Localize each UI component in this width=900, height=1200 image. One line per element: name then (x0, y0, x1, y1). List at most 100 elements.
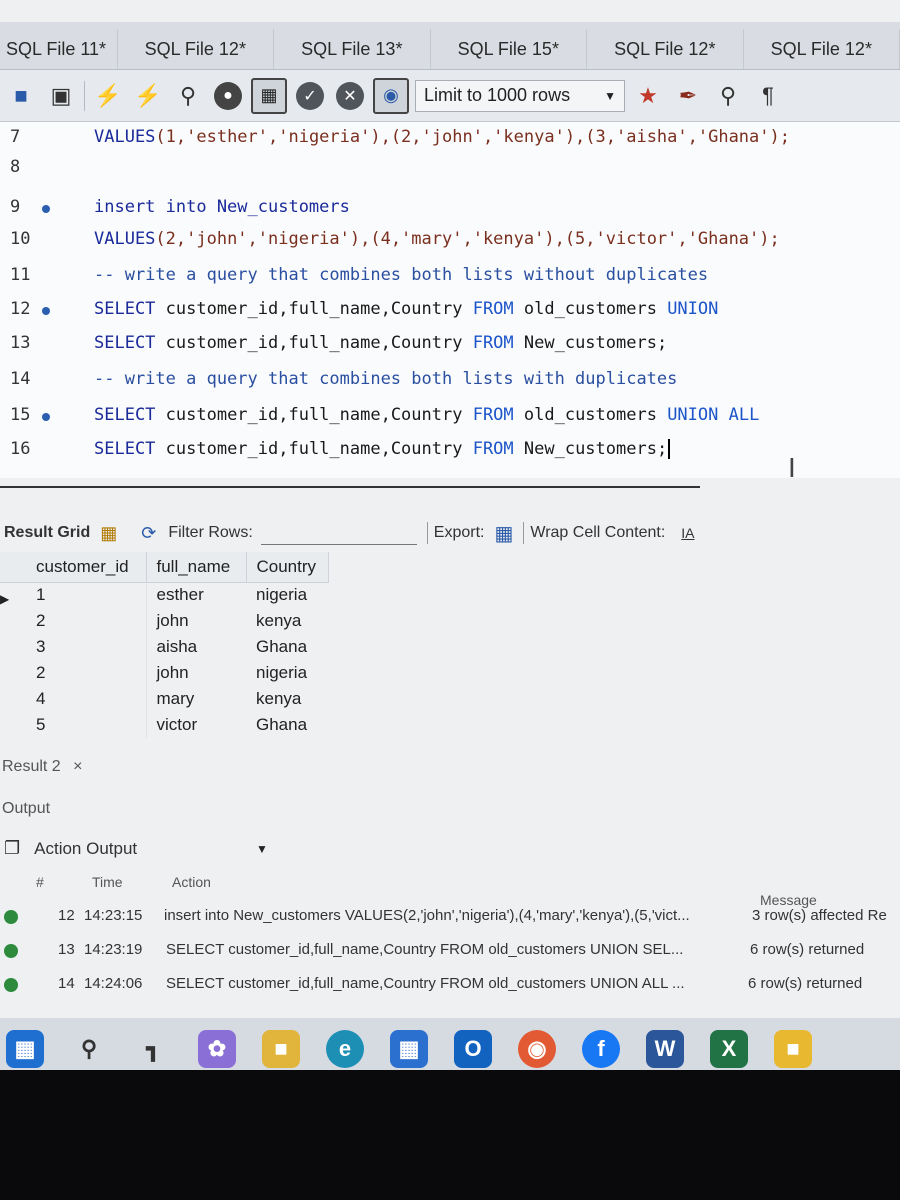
column-header[interactable]: full_name (146, 552, 247, 583)
panel-splitter[interactable] (0, 486, 700, 488)
cell-country[interactable]: kenya (246, 686, 329, 712)
cell-country[interactable]: nigeria (246, 660, 329, 686)
magnifier-lightning-icon[interactable]: ⚲ (171, 79, 205, 113)
cell-customer-id[interactable]: 1 (26, 582, 147, 608)
folder-icon[interactable]: ■ (4, 79, 38, 113)
toggle-output-icon[interactable]: ▦ (251, 77, 287, 114)
tab-sql-file-12-b[interactable]: SQL File 12* (587, 29, 744, 69)
cell-full-name[interactable]: john (146, 660, 246, 686)
file-explorer-icon[interactable]: ■ (262, 1030, 300, 1068)
editor-tab-bar: SQL File 11* SQL File 12* SQL File 13* S… (0, 22, 900, 70)
log-row[interactable]: 14 14:24:06 SELECT customer_id,full_name… (0, 970, 900, 1000)
cell-full-name[interactable]: john (146, 608, 246, 634)
action-output-label: Action Output (34, 838, 138, 858)
line-number: 15 (0, 405, 60, 425)
toolbar-divider (84, 80, 85, 111)
sql-toolbar: ■ ▣ ⚡ ⚡ ⚲ ● ▦ ✓ ✕ ◉ Limit to 1000 rows ▼… (0, 70, 900, 122)
table-row[interactable]: 2 john nigeria (0, 660, 329, 686)
lightning-cursor-icon[interactable]: ⚡ (131, 79, 165, 113)
editor-line: 15 SELECT customer_id,full_name,Country … (0, 400, 900, 430)
table-row[interactable]: 3 aisha Ghana (0, 634, 329, 660)
code-text: (2,'john','nigeria'),(4,'mary','kenya'),… (155, 229, 780, 249)
column-header[interactable]: Country (246, 552, 330, 583)
log-num: 14 (58, 975, 75, 992)
sql-editor[interactable]: 7 VALUES(1,'esther','nigeria'),(2,'john'… (0, 122, 900, 483)
action-output-selector[interactable]: ❐ Action Output (4, 838, 137, 859)
ibeam-cursor-icon: I (788, 452, 796, 483)
table-row[interactable]: 5 victor Ghana (0, 712, 329, 738)
line-number: 12 (0, 299, 60, 319)
tab-result-2[interactable]: Result 2 × (2, 758, 83, 776)
chrome-icon[interactable]: ◉ (518, 1030, 556, 1068)
word-icon[interactable]: W (646, 1030, 684, 1068)
store-icon[interactable]: ▦ (390, 1030, 428, 1068)
stop-icon[interactable]: ● (211, 79, 245, 113)
tab-sql-file-13[interactable]: SQL File 13* (274, 29, 431, 69)
copy-icon[interactable]: ❐ (4, 838, 20, 859)
facebook-icon[interactable]: f (582, 1030, 620, 1068)
cell-customer-id[interactable]: 3 (26, 634, 147, 660)
cell-country[interactable]: Ghana (246, 712, 329, 738)
editor-line: 9 insert into New_customers (0, 192, 900, 222)
cell-full-name[interactable]: victor (146, 712, 246, 738)
bookmark-star-icon[interactable]: ★ (631, 79, 665, 113)
tab-sql-file-12-c[interactable]: SQL File 12* (744, 29, 900, 69)
windows-start-icon[interactable]: ▦ (6, 1030, 44, 1068)
table-row[interactable]: 2 john kenya (0, 608, 329, 634)
table-row[interactable]: 1 esther nigeria (0, 582, 329, 608)
cell-full-name[interactable]: esther (146, 582, 246, 608)
tab-sql-file-12[interactable]: SQL File 12* (118, 29, 275, 69)
column-header[interactable]: customer_id (26, 552, 147, 583)
cancel-icon[interactable]: ✕ (333, 79, 367, 113)
cell-full-name[interactable]: aisha (146, 634, 246, 660)
line-number: 11 (10, 265, 31, 285)
code-keyword: VALUES (94, 229, 156, 249)
table-row[interactable]: 4 mary kenya (0, 686, 329, 712)
export-icon[interactable]: ▦ (494, 521, 513, 546)
notes-icon[interactable]: ■ (774, 1030, 812, 1068)
outlook-icon[interactable]: O (454, 1030, 492, 1068)
tab-sql-file-15[interactable]: SQL File 15* (431, 29, 588, 69)
filter-rows-input[interactable] (260, 521, 417, 545)
editor-line: 16 SELECT customer_id,full_name,Country … (0, 434, 900, 464)
line-number: 8 (10, 157, 21, 177)
cell-country[interactable]: kenya (246, 608, 329, 634)
limit-rows-select[interactable]: Limit to 1000 rows ▼ (415, 79, 625, 112)
code-text: insert into New_customers (94, 197, 350, 217)
excel-icon[interactable]: X (710, 1030, 748, 1068)
cell-customer-id[interactable]: 4 (26, 686, 147, 712)
lightning-icon[interactable]: ⚡ (91, 79, 125, 113)
monitor-bezel (0, 1070, 900, 1200)
wrap-cell-icon[interactable]: IA (681, 525, 694, 541)
cell-full-name[interactable]: mary (146, 686, 246, 712)
log-row[interactable]: 13 14:23:19 SELECT customer_id,full_name… (0, 936, 900, 966)
search-icon[interactable]: ⚲ (70, 1030, 108, 1068)
cell-customer-id[interactable]: 5 (26, 712, 147, 738)
code-text: (1,'esther','nigeria'),(2,'john','kenya'… (155, 127, 790, 147)
close-icon[interactable]: × (73, 758, 82, 775)
chevron-down-icon[interactable]: ▼ (256, 842, 268, 856)
check-icon[interactable]: ✓ (293, 79, 327, 113)
invisible-chars-icon[interactable]: ¶ (751, 79, 785, 113)
success-icon (4, 978, 18, 992)
search-icon[interactable]: ⚲ (711, 79, 745, 113)
cell-customer-id[interactable]: 2 (26, 660, 147, 686)
line-number: 9 (0, 197, 60, 217)
task-view-icon[interactable]: ┓ (134, 1030, 172, 1068)
cell-country[interactable]: Ghana (246, 634, 329, 660)
cell-country[interactable]: nigeria (246, 582, 329, 608)
cell-customer-id[interactable]: 2 (26, 608, 147, 634)
tab-sql-file-11[interactable]: SQL File 11* (0, 29, 118, 69)
beautify-icon[interactable]: ◉ (373, 77, 409, 114)
log-row[interactable]: 12 14:23:15 insert into New_customers VA… (0, 902, 900, 932)
copilot-icon[interactable]: ✿ (198, 1030, 236, 1068)
refresh-icon[interactable]: ⟳ (141, 523, 156, 544)
result-grid-label: Result Grid (4, 524, 91, 541)
grid-view-icon[interactable]: ▦ (100, 523, 117, 544)
save-icon[interactable]: ▣ (44, 79, 78, 113)
brush-icon[interactable]: ✒ (671, 79, 705, 113)
statement-marker (42, 307, 50, 315)
statement-marker (42, 205, 50, 213)
edge-icon[interactable]: e (326, 1030, 364, 1068)
output-panel-title: Output (2, 800, 51, 817)
